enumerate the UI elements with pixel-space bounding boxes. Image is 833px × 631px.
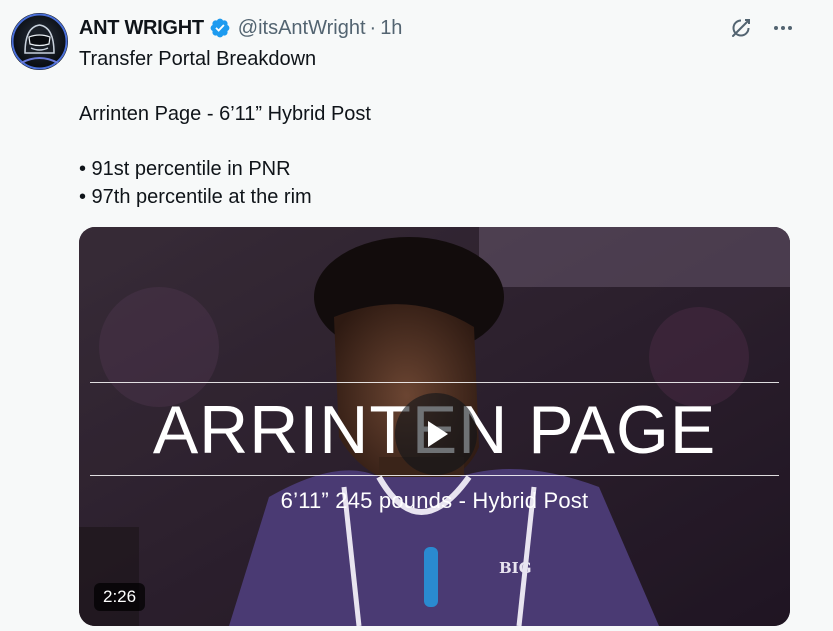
tweet-actions-top bbox=[729, 16, 795, 40]
author-handle[interactable]: @itsAntWright bbox=[238, 17, 366, 40]
separator-dot: · bbox=[369, 16, 377, 39]
author-avatar[interactable] bbox=[11, 13, 68, 70]
video-duration: 2:26 bbox=[94, 583, 146, 611]
play-button[interactable] bbox=[395, 393, 477, 475]
tweet-header: ANT WRIGHT @itsAntWright · 1h bbox=[79, 14, 402, 42]
play-icon bbox=[428, 421, 448, 447]
masked-avatar-icon bbox=[11, 13, 68, 70]
verified-badge-icon bbox=[210, 18, 230, 38]
post-time[interactable]: 1h bbox=[380, 17, 402, 40]
jersey-text: BIG bbox=[499, 559, 532, 577]
author-display-name[interactable]: ANT WRIGHT bbox=[79, 17, 204, 40]
video-player[interactable]: BIG ARRINTEN PAGE 6’11” 245 pounds - Hyb… bbox=[79, 227, 790, 626]
tweet-text: Transfer Portal Breakdown Arrinten Page … bbox=[79, 48, 371, 208]
grok-icon[interactable] bbox=[729, 16, 753, 40]
more-options-icon[interactable] bbox=[771, 16, 795, 40]
video-subtitle: 6’11” 245 pounds - Hybrid Post bbox=[280, 488, 589, 513]
